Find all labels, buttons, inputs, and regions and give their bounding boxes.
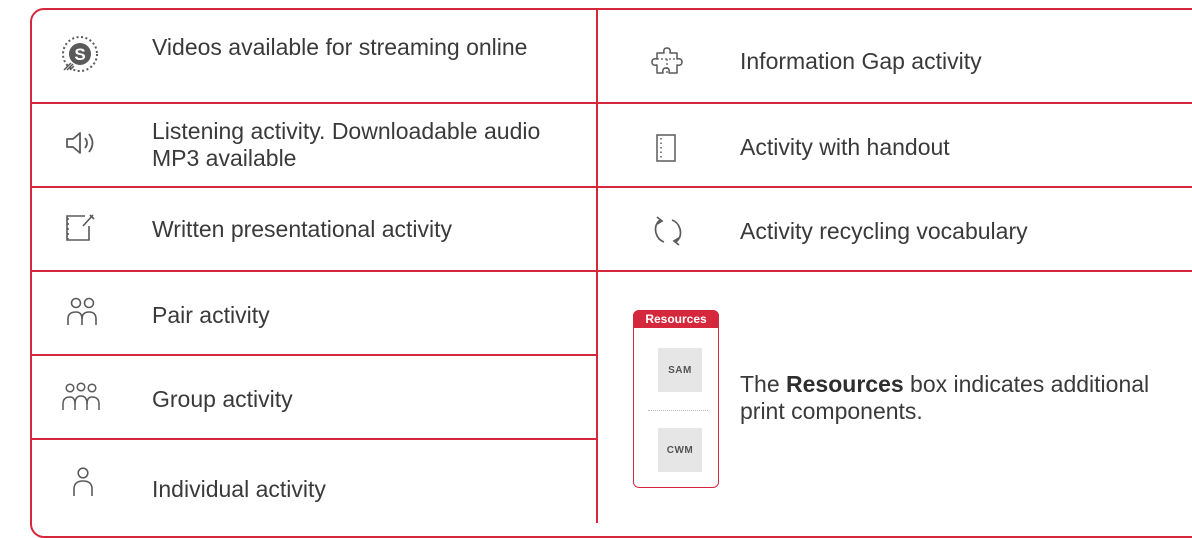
group-icon (60, 382, 102, 412)
resource-label: CWM (666, 444, 694, 456)
resources-note-prefix: The (740, 371, 787, 397)
resource-item-sam: SAM (658, 348, 702, 392)
legend-text: Individual activity (152, 476, 326, 502)
row-divider (598, 186, 1192, 188)
handout-icon (654, 132, 678, 164)
audio-speaker-icon (62, 128, 102, 158)
row-divider (32, 354, 596, 356)
legend-text: Written presentational activity (152, 216, 452, 242)
legend-text: Activity with handout (740, 134, 950, 160)
individual-icon (70, 466, 96, 498)
legend-text: Group activity (152, 386, 293, 412)
resources-note-bold: Resources (786, 371, 904, 397)
resources-tab: Resources (633, 310, 719, 328)
svg-text:S: S (74, 45, 85, 64)
puzzle-icon (650, 44, 686, 78)
row-divider (32, 102, 596, 104)
legend-text: Information Gap activity (740, 48, 982, 74)
legend-text: Pair activity (152, 302, 270, 328)
resource-item-cwm: CWM (658, 428, 702, 472)
written-presentation-icon (62, 212, 98, 244)
legend-text: Videos available for streaming online (152, 34, 528, 60)
pair-icon (64, 296, 100, 328)
row-divider (32, 270, 596, 272)
resources-separator (648, 410, 708, 411)
row-divider (32, 186, 596, 188)
column-divider (596, 9, 598, 523)
row-divider (32, 438, 596, 440)
streaming-video-icon: S (60, 34, 100, 74)
resources-note: The Resources box indicates additional p… (740, 371, 1160, 425)
legend-text: Activity recycling vocabulary (740, 218, 1028, 244)
legend-frame (30, 8, 1192, 538)
row-divider (598, 102, 1192, 104)
resource-label: SAM (668, 364, 692, 376)
row-divider (598, 270, 1192, 272)
recycle-icon (650, 214, 686, 248)
legend-text: Listening activity. Downloadable audio M… (152, 118, 541, 171)
